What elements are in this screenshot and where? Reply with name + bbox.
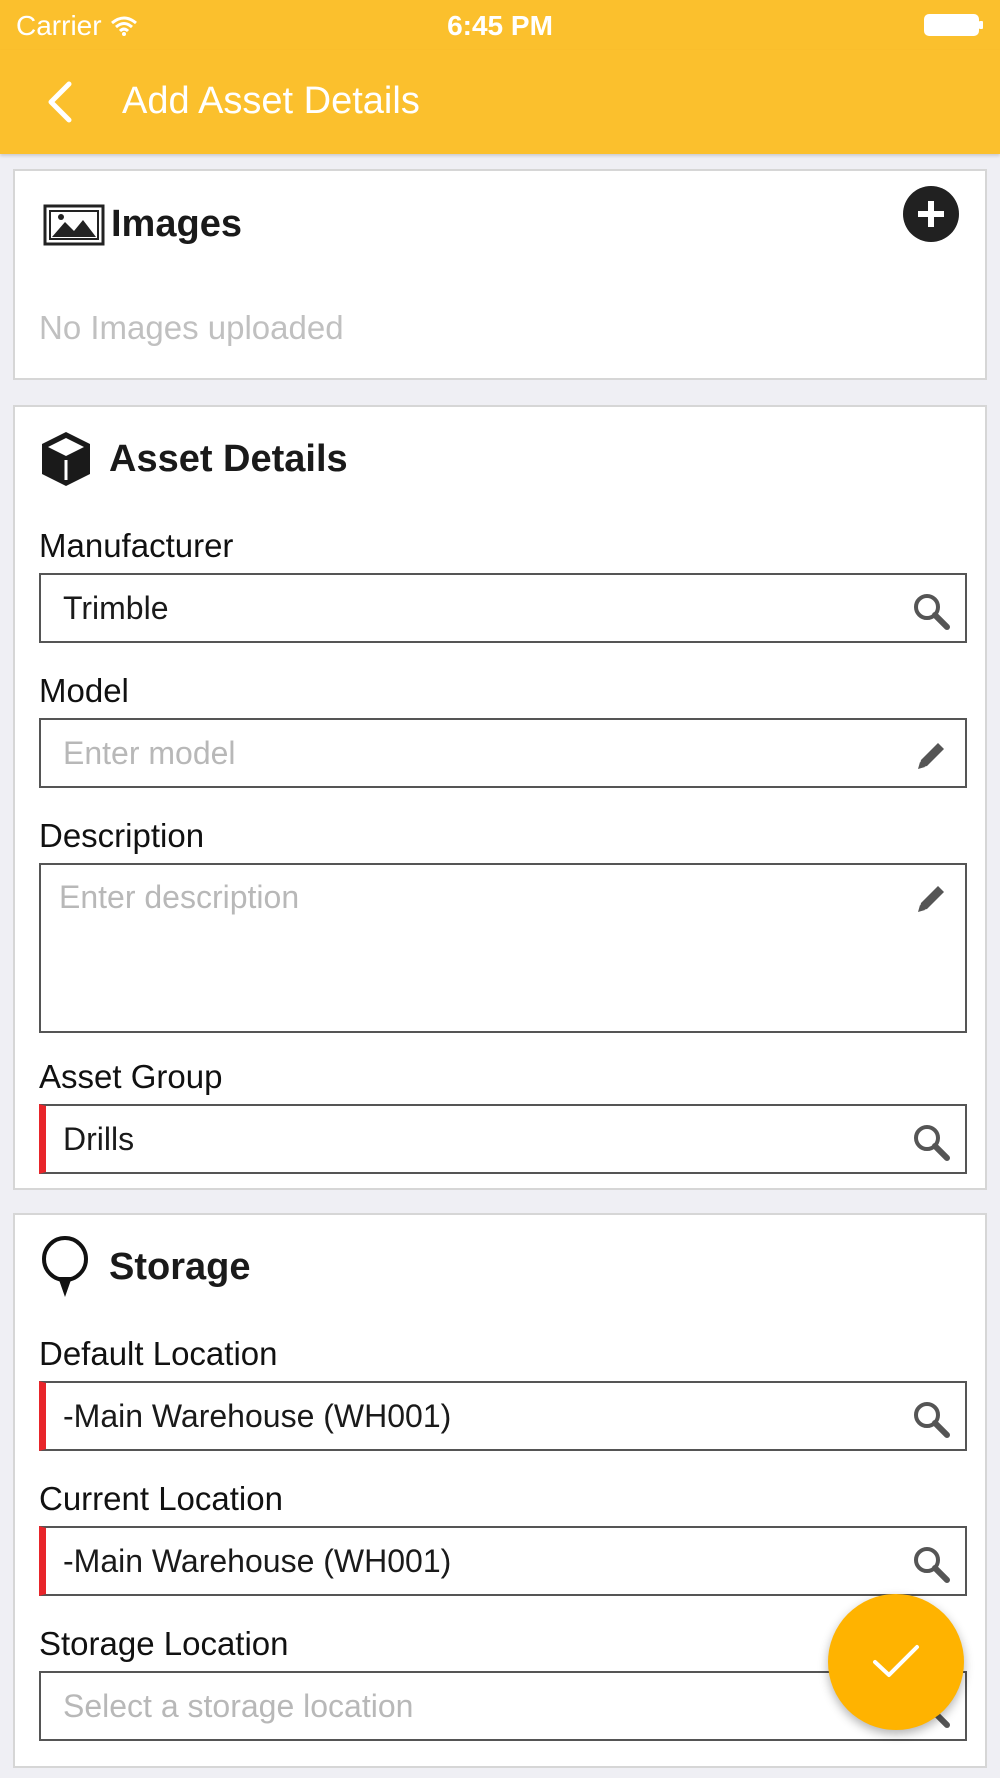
storage-location-placeholder: Select a storage location	[63, 1687, 414, 1724]
model-label: Model	[39, 672, 129, 709]
storage-header: Storage	[39, 1235, 250, 1299]
search-icon[interactable]	[911, 591, 951, 631]
model-placeholder: Enter model	[63, 734, 236, 771]
current-location-value: -Main Warehouse (WH001)	[63, 1542, 452, 1579]
default-location-value: -Main Warehouse (WH001)	[63, 1397, 452, 1434]
add-image-button[interactable]	[903, 186, 959, 242]
map-pin-icon	[42, 1236, 88, 1297]
images-title: Images	[111, 203, 242, 245]
asset-group-label: Asset Group	[39, 1058, 223, 1095]
current-location-label: Current Location	[39, 1480, 283, 1517]
pencil-icon	[911, 879, 951, 919]
storage-location-label: Storage Location	[39, 1625, 289, 1662]
plus-icon	[918, 201, 944, 227]
cube-icon	[42, 432, 90, 486]
images-header: Images	[43, 203, 242, 246]
chevron-left-icon	[48, 81, 72, 123]
page-title: Add Asset Details	[122, 80, 420, 122]
storage-location-field[interactable]: Select a storage location	[39, 1671, 967, 1741]
search-icon[interactable]	[911, 1544, 951, 1584]
save-button[interactable]	[828, 1594, 964, 1730]
checkmark-icon	[873, 1645, 919, 1677]
current-location-field[interactable]: -Main Warehouse (WH001)	[39, 1526, 967, 1596]
model-field[interactable]: Enter model	[39, 718, 967, 788]
asset-details-title: Asset Details	[109, 437, 348, 480]
asset-details-header: Asset Details	[39, 429, 348, 489]
images-card: Images No Images uploaded	[13, 169, 987, 380]
status-bar: Carrier 6:45 PM	[0, 0, 1000, 50]
status-time: 6:45 PM	[447, 10, 553, 41]
default-location-label: Default Location	[39, 1335, 278, 1372]
search-icon[interactable]	[911, 1399, 951, 1439]
pencil-icon	[911, 736, 951, 776]
manufacturer-value: Trimble	[63, 589, 169, 626]
default-location-field[interactable]: -Main Warehouse (WH001)	[39, 1381, 967, 1451]
no-images-text: No Images uploaded	[39, 309, 344, 346]
asset-group-field[interactable]: Drills	[39, 1104, 967, 1174]
description-placeholder: Enter description	[59, 879, 300, 915]
asset-group-value: Drills	[63, 1120, 135, 1157]
asset-details-card: Asset Details Manufacturer Trimble Model…	[13, 405, 987, 1190]
description-label: Description	[39, 817, 205, 854]
image-icon	[43, 204, 105, 245]
storage-title: Storage	[109, 1245, 251, 1288]
navigation-bar: Add Asset Details	[0, 50, 1000, 154]
battery-icon	[924, 14, 983, 36]
manufacturer-label: Manufacturer	[39, 527, 234, 564]
back-button[interactable]	[30, 72, 90, 132]
search-icon[interactable]	[911, 1122, 951, 1162]
manufacturer-field[interactable]: Trimble	[39, 573, 967, 643]
description-field[interactable]: Enter description	[39, 863, 967, 1033]
